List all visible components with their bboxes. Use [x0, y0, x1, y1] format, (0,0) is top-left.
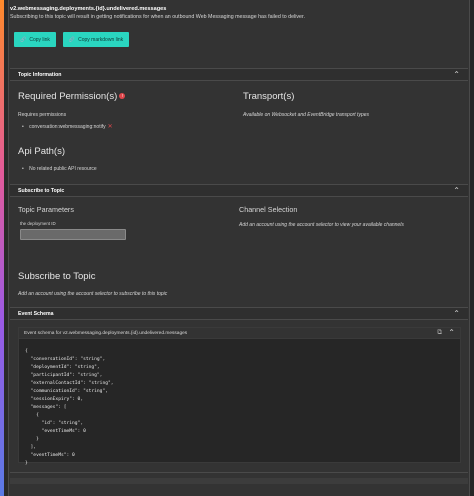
topic-information-header[interactable]: Topic Information ⌃ — [10, 68, 468, 81]
topic-title: v2.webmessaging.deployments.{id}.undeliv… — [10, 6, 167, 12]
transports-title: Transport(s) — [243, 91, 295, 102]
schema-code: { "conversationId": "string", "deploymen… — [25, 349, 114, 466]
required-permissions-title: Required Permission(s)! — [18, 91, 126, 102]
chevron-up-icon[interactable]: ⌃ — [453, 70, 460, 79]
schema-box-header[interactable]: Event schema for v2.webmessaging.deploym… — [19, 328, 460, 339]
copy-markdown-link-button[interactable]: 🔗 Copy markdown link — [63, 32, 129, 47]
channel-selection-text: Add an account using the account selecto… — [239, 222, 404, 228]
section-label: Event Schema — [18, 311, 54, 317]
chevron-up-icon[interactable]: ⌃ — [453, 186, 460, 195]
section-label: Subscribe to Topic — [18, 188, 65, 194]
event-schema-header[interactable]: Event Schema ⌃ — [10, 307, 468, 320]
topic-description: Subscribing to this topic will result in… — [10, 14, 305, 20]
accent-bar — [0, 0, 4, 496]
api-paths-text: No related public API resource — [29, 166, 97, 172]
deployment-id-label: the deployment ID — [20, 221, 56, 226]
subscribe-header[interactable]: Subscribe to Topic ⌃ — [10, 184, 468, 197]
missing-x-icon: ✕ — [107, 124, 113, 130]
link-icon: 🔗 — [68, 36, 76, 43]
copy-icon[interactable]: ⧉ — [437, 329, 442, 337]
requires-permissions-label: Requires permissions — [18, 112, 67, 118]
section-label: Topic Information — [18, 72, 62, 78]
subscribe-title: Subscribe to Topic — [18, 271, 96, 282]
schema-box-label: Event schema for v2.webmessaging.deploym… — [24, 331, 188, 336]
subscribe-text: Add an account using the account selecto… — [18, 291, 168, 297]
channel-selection-title: Channel Selection — [239, 205, 298, 214]
required-permissions-label: Required Permission(s) — [18, 91, 118, 102]
link-icon: 🔗 — [20, 36, 27, 43]
copy-link-button[interactable]: 🔗 Copy link — [14, 32, 56, 47]
permission-name: conversation:webmessaging:notify — [29, 124, 106, 130]
api-paths-title: Api Path(s) — [18, 146, 65, 157]
permission-item: conversation:webmessaging:notify✕ — [22, 123, 113, 130]
horizontal-scrollbar[interactable] — [10, 478, 468, 484]
event-schema-box: Event schema for v2.webmessaging.deploym… — [18, 327, 461, 466]
scrollbar-gutter[interactable] — [470, 0, 474, 496]
copy-link-label: Copy link — [29, 36, 50, 43]
api-paths-item: No related public API resource — [22, 166, 97, 172]
topic-parameters-title: Topic Parameters — [18, 205, 74, 214]
chevron-up-icon[interactable]: ⌃ — [453, 309, 460, 318]
chevron-up-icon[interactable]: ⌃ — [448, 328, 455, 337]
transports-text: Available on Websocket and EventBridge t… — [243, 112, 370, 118]
divider — [10, 472, 468, 473]
deployment-id-input[interactable] — [20, 229, 126, 240]
error-icon: ! — [119, 93, 126, 99]
copy-markdown-label: Copy markdown link — [78, 36, 124, 43]
